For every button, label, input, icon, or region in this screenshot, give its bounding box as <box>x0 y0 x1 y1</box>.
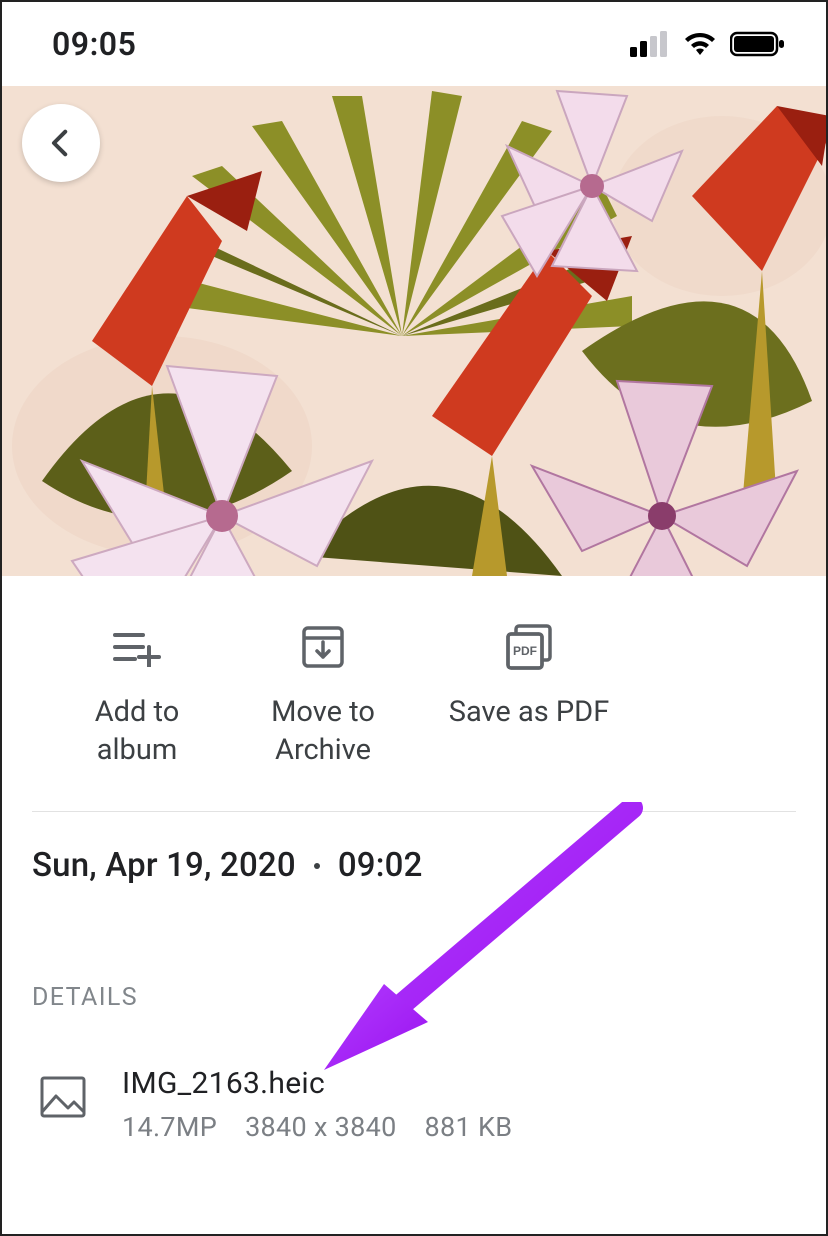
add-to-album-icon <box>113 627 161 667</box>
photo-preview[interactable] <box>2 86 826 576</box>
status-bar: 09:05 <box>2 2 826 86</box>
file-details-row[interactable]: IMG_2163.heic 14.7MP 3840 x 3840 881 KB <box>2 1012 826 1163</box>
app-frame: 09:05 <box>0 0 828 1236</box>
save-as-pdf-label: Save as PDF <box>449 694 610 732</box>
battery-icon <box>730 31 786 57</box>
add-to-album-button[interactable]: Add to album <box>62 620 212 769</box>
chevron-left-icon <box>44 124 78 162</box>
file-size: 881 KB <box>425 1111 513 1143</box>
photo-illustration <box>2 86 826 576</box>
photo-datetime[interactable]: Sun, Apr 19, 2020 09:02 <box>2 812 826 895</box>
pdf-icon: PDF <box>504 622 554 672</box>
photo-time: 09:02 <box>338 846 423 885</box>
file-name: IMG_2163.heic <box>122 1066 512 1101</box>
photo-date: Sun, Apr 19, 2020 <box>32 846 296 885</box>
image-file-icon <box>38 1072 88 1122</box>
file-text: IMG_2163.heic 14.7MP 3840 x 3840 881 KB <box>122 1066 512 1143</box>
status-icons <box>630 31 786 57</box>
svg-text:PDF: PDF <box>513 644 537 658</box>
file-meta: 14.7MP 3840 x 3840 881 KB <box>122 1111 512 1143</box>
move-to-archive-label: Move to Archive <box>248 694 398 769</box>
back-button[interactable] <box>22 104 100 182</box>
archive-icon <box>300 624 346 670</box>
wifi-icon <box>682 31 718 57</box>
file-dimensions: 3840 x 3840 <box>245 1111 396 1143</box>
action-row: Add to album Move to Archive <box>2 602 826 803</box>
status-time: 09:05 <box>52 25 136 63</box>
file-megapixels: 14.7MP <box>122 1111 217 1143</box>
cellular-icon <box>630 31 670 57</box>
details-section-label: DETAILS <box>2 895 826 1012</box>
save-as-pdf-button[interactable]: PDF Save as PDF <box>434 620 624 769</box>
details-sheet: Add to album Move to Archive <box>2 576 826 1163</box>
move-to-archive-button[interactable]: Move to Archive <box>248 620 398 769</box>
add-to-album-label: Add to album <box>62 694 212 769</box>
dot-separator <box>314 863 320 869</box>
